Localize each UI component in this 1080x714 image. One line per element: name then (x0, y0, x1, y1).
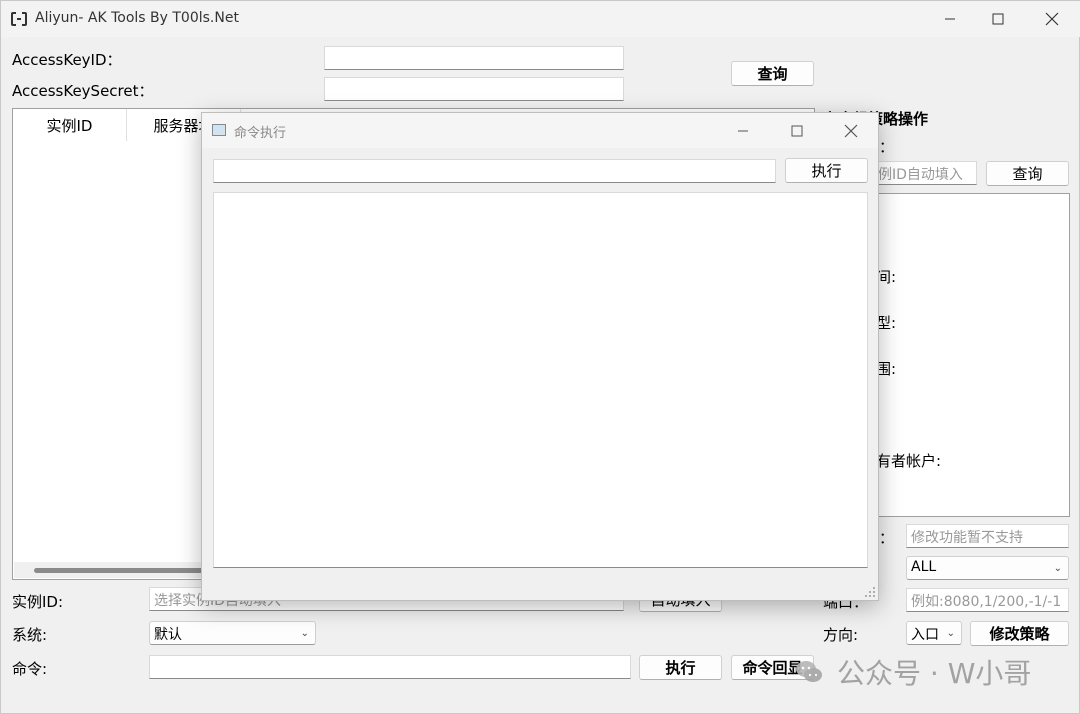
chevron-down-icon: ⌄ (946, 628, 955, 639)
command-label: 命令: (12, 660, 48, 678)
query-button[interactable]: 查询 (731, 61, 814, 86)
security-group-info-panel: 间: 型: 围: 有者帐户: (873, 193, 1070, 517)
access-key-secret-label: AccessKeySecret： (12, 82, 154, 100)
port-input[interactable]: 例如:8080,1/200,-1/-1 (906, 588, 1069, 612)
access-key-secret-input[interactable] (324, 77, 624, 101)
title-bar: Aliyun- AK Tools By T00ls.Net (1, 1, 1080, 37)
access-key-id-input[interactable] (324, 46, 624, 70)
wechat-icon (796, 661, 822, 682)
direction-label: 方向: (823, 626, 859, 644)
window-icon (212, 124, 226, 136)
window-title: Aliyun- AK Tools By T00ls.Net (35, 10, 239, 26)
execute-button[interactable]: 执行 (639, 655, 722, 680)
system-select-value: 默认 (154, 627, 182, 643)
info-label-owner-account: 有者帐户: (876, 452, 942, 470)
chevron-down-icon: ⌄ (1053, 563, 1062, 574)
dialog-minimize-button[interactable] (720, 113, 766, 148)
modify-policy-button[interactable]: 修改策略 (970, 621, 1069, 646)
direction-select[interactable]: 入口 ⌄ (906, 621, 962, 645)
maximize-icon (791, 125, 803, 136)
dialog-title: 命令执行 (234, 126, 287, 141)
resize-grip-icon[interactable] (864, 586, 876, 598)
rule-label: ： (879, 529, 895, 547)
dialog-maximize-button[interactable] (774, 113, 820, 148)
system-select[interactable]: 默认 ⌄ (149, 621, 316, 645)
dialog-output-area[interactable] (213, 192, 868, 568)
info-label-time: 间: (876, 268, 897, 286)
command-input[interactable] (149, 655, 631, 679)
minimize-button[interactable] (927, 1, 973, 37)
chevron-down-icon: ⌄ (300, 628, 309, 639)
column-header-instance-id[interactable]: 实例ID (13, 109, 127, 141)
close-button[interactable] (1029, 1, 1075, 37)
protocol-select-value: ALL (911, 559, 937, 575)
maximize-button[interactable] (975, 1, 1021, 37)
rule-input[interactable]: 修改功能暂不支持 (906, 524, 1069, 548)
protocol-select[interactable]: ALL ⌄ (906, 556, 1069, 580)
system-label: 系统: (12, 626, 48, 644)
security-group-field-label: ： (879, 138, 895, 156)
close-icon (1045, 12, 1059, 26)
close-icon (844, 124, 858, 137)
dialog-close-button[interactable] (828, 113, 874, 148)
watermark-text: 公众号 · W小哥 (837, 657, 1032, 690)
info-label-type: 型: (876, 314, 897, 332)
dialog-title-bar: 命令执行 (202, 113, 878, 148)
dialog-execute-button[interactable]: 执行 (785, 158, 868, 183)
watermark: 公众号 · W小哥 (795, 652, 1031, 692)
security-group-instance-input[interactable]: 例ID自动填入 (873, 161, 977, 185)
maximize-icon (992, 13, 1004, 25)
command-exec-dialog: 命令执行 执行 (201, 112, 879, 601)
info-label-range: 围: (876, 360, 897, 378)
access-key-id-label: AccessKeyID： (12, 51, 122, 69)
security-group-query-button[interactable]: 查询 (986, 161, 1069, 186)
app-logo-icon (11, 12, 27, 26)
dialog-command-input[interactable] (213, 159, 776, 183)
instance-id-label: 实例ID: (12, 593, 64, 611)
minimize-icon (945, 18, 955, 20)
direction-select-value: 入口 (911, 627, 939, 643)
minimize-icon (738, 130, 748, 131)
